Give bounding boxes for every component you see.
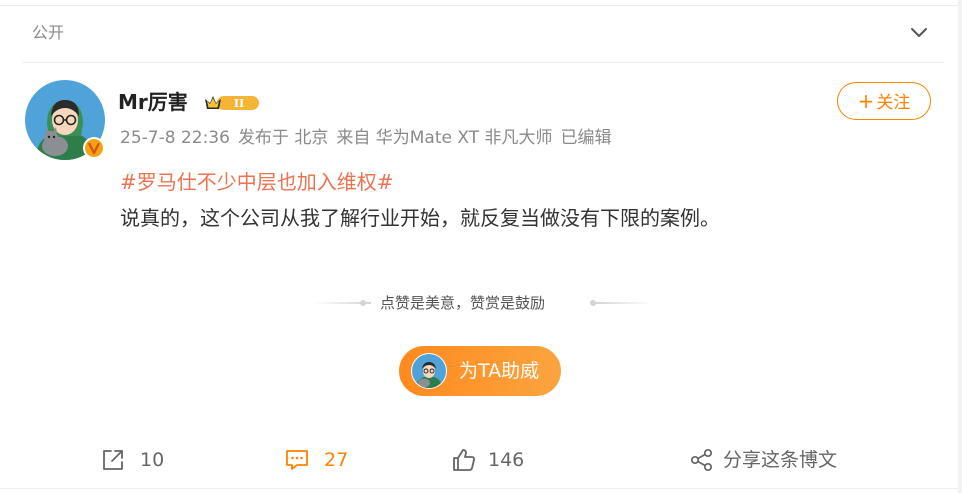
share-button[interactable]: 分享这条博文	[689, 446, 849, 474]
comment-button[interactable]: 27	[284, 446, 364, 474]
comment-count: 27	[324, 449, 349, 471]
share-label: 分享这条博文	[723, 449, 838, 471]
divider-dot-left	[360, 300, 366, 306]
weibo-post-card: 公开 Mr厉害 II 25-7-8 22:36 发布于 北京 来自 华为Mate…	[0, 0, 962, 493]
chevron-down-icon[interactable]	[908, 22, 930, 44]
comment-icon	[286, 450, 308, 470]
like-button[interactable]: 146	[451, 446, 541, 474]
top-divider	[0, 5, 962, 6]
divider-line-right	[594, 302, 652, 304]
level-badge-text: II	[234, 97, 244, 110]
support-author-button[interactable]: 为TA助威	[399, 346, 561, 396]
post-time[interactable]: 25-7-8 22:36	[120, 128, 230, 148]
repost-icon	[103, 450, 123, 470]
scroll-edge	[958, 0, 962, 493]
edited-label[interactable]: 已编辑	[561, 128, 612, 148]
support-button-label: 为TA助威	[459, 360, 540, 382]
reward-slogan: 点赞是美意，赞赏是鼓励	[380, 294, 546, 312]
post-meta: 25-7-8 22:36 发布于 北京 来自 华为Mate XT 非凡大师 已编辑	[120, 126, 618, 150]
follow-button[interactable]: + 关注	[837, 82, 931, 120]
support-avatar	[411, 353, 447, 389]
like-count: 146	[488, 449, 525, 471]
visibility-label: 公开	[32, 23, 65, 42]
author-name[interactable]: Mr厉害	[118, 88, 188, 116]
verified-badge-icon	[83, 137, 105, 159]
thumbs-up-icon	[453, 449, 475, 471]
post-source: 来自 华为Mate XT 非凡大师	[336, 128, 553, 148]
repost-button[interactable]: 10	[100, 446, 180, 474]
post-body-text: 说真的，这个公司从我了解行业开始，就反复当做没有下限的案例。	[120, 206, 720, 230]
plus-icon: +	[857, 89, 875, 113]
footer-divider	[0, 488, 962, 489]
share-icon	[690, 448, 713, 472]
repost-count: 10	[140, 449, 165, 471]
user-level-badge[interactable]: II	[203, 93, 261, 113]
topic-hashtag-link[interactable]: #罗马仕不少中层也加入维权#	[120, 168, 394, 196]
follow-label: 关注	[876, 93, 911, 113]
header-divider	[22, 62, 944, 63]
post-location: 发布于 北京	[237, 128, 329, 148]
